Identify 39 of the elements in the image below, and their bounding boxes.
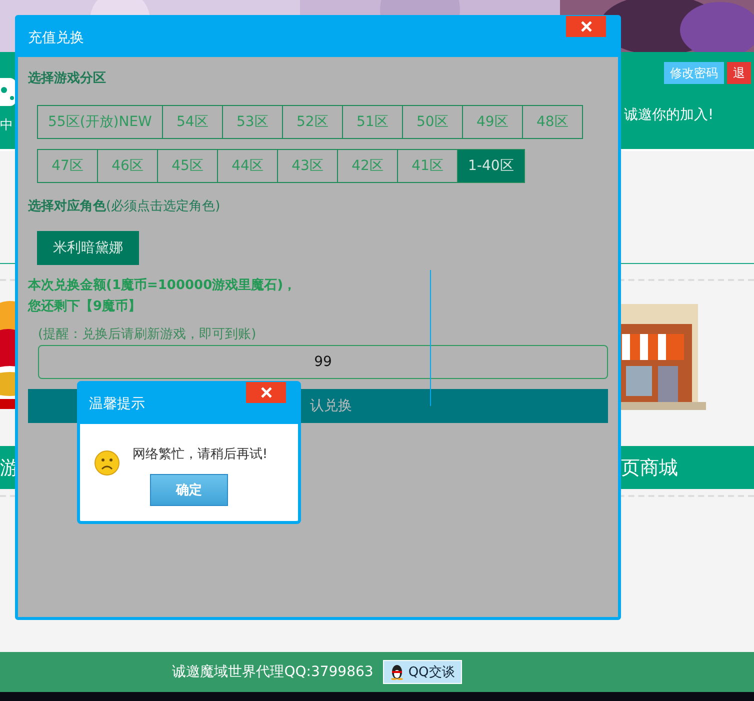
zone-option[interactable]: 54区: [162, 105, 223, 139]
zone-option[interactable]: 51区: [342, 105, 403, 139]
zone-option[interactable]: 53区: [222, 105, 283, 139]
zone-option[interactable]: 49区: [462, 105, 523, 139]
close-icon: [580, 21, 592, 32]
zone-option[interactable]: 52区: [282, 105, 343, 139]
close-button[interactable]: [566, 16, 606, 37]
hint-text: (提醒：兑换后请刷新游戏，即可到账): [38, 326, 258, 343]
zone-option[interactable]: 48区: [522, 105, 583, 139]
close-icon: [260, 387, 272, 398]
zone-option[interactable]: 55区(开放)NEW: [37, 105, 163, 139]
section-label: 选择对应角色(必须点击选定角色): [28, 198, 222, 215]
section-label: 选择游戏分区: [28, 70, 107, 87]
dialog-title: 充值兑换: [28, 28, 84, 46]
amount-text: 您还剩下【9魔币】: [28, 298, 142, 316]
zone-option[interactable]: 43区: [277, 149, 338, 183]
logout-button[interactable]: 退: [727, 62, 751, 84]
penguin-icon: [390, 664, 404, 680]
qq-chat-button[interactable]: QQ交谈: [383, 660, 462, 684]
nav-text: 页商城: [621, 456, 678, 480]
alert-message: 网络繁忙，请稍后再试!: [132, 446, 268, 463]
zone-option[interactable]: 42区: [337, 149, 398, 183]
sad-face-icon: [94, 450, 120, 476]
zone-option[interactable]: 47区: [37, 149, 98, 183]
change-password-button[interactable]: 修改密码: [664, 62, 724, 84]
role-option[interactable]: 米利暗黛娜: [37, 231, 139, 265]
zone-option[interactable]: 44区: [217, 149, 278, 183]
ok-button[interactable]: 确定: [150, 474, 228, 506]
zone-option[interactable]: 45区: [157, 149, 218, 183]
zone-option[interactable]: 46区: [97, 149, 158, 183]
dialog-title: 温馨提示: [89, 395, 145, 413]
zone-option[interactable]: 1-40区: [457, 149, 525, 183]
nav-text: 中: [0, 117, 13, 134]
zone-option[interactable]: 50区: [402, 105, 463, 139]
footer-text: 诚邀魔域世界代理QQ:3799863: [172, 663, 374, 681]
amount-input[interactable]: 99: [38, 345, 608, 379]
slogan-text: 诚邀你的加入!: [624, 106, 714, 124]
close-button[interactable]: [246, 382, 286, 403]
amount-text: 本次兑换金额(1魔币=100000游戏里魔石)，: [28, 276, 298, 295]
